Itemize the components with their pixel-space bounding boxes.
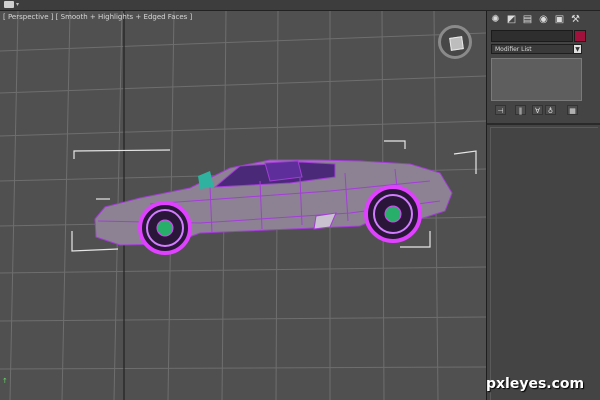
watermark-logo: pxleyes.com	[486, 376, 585, 392]
hierarchy-tab-icon[interactable]: ▤	[521, 14, 534, 26]
create-tab-icon[interactable]: ✺	[489, 14, 502, 26]
app-menu-dropdown-icon[interactable]: ▾	[16, 1, 19, 8]
modifier-stack[interactable]	[491, 58, 582, 101]
viewport-label[interactable]: [ Perspective ] [ Smooth + Highlights + …	[3, 13, 192, 21]
remove-modifier-icon[interactable]: ♁	[545, 105, 556, 115]
viewcube-face[interactable]	[449, 36, 464, 51]
configure-sets-icon[interactable]: ▦	[567, 105, 578, 115]
app-window: ▾ [Perspective] [Smooth + Highlights …	[0, 0, 600, 400]
modifier-list-dropdown[interactable]: Modifier List	[491, 44, 581, 54]
rear-wheel	[364, 185, 422, 243]
display-tab-icon[interactable]: ▣	[553, 14, 566, 26]
command-panel: ✺ ◩ ▤ ◉ ▣ ⚒ Modifier List ▼ ⊣ ‖ ∀ ♁ ▦	[487, 11, 600, 400]
menu-bar: ▾	[0, 0, 600, 11]
modify-tab-icon[interactable]: ◩	[505, 14, 518, 26]
app-menu-icon[interactable]	[4, 1, 14, 8]
pin-stack-icon[interactable]: ⊣	[495, 105, 506, 115]
axis-tripod-icon: ↑	[2, 377, 8, 385]
front-wheel	[138, 201, 192, 255]
perspective-viewport[interactable]: [ Perspective ] [ Smooth + Highlights + …	[0, 11, 487, 400]
panel-divider	[487, 123, 600, 125]
object-name-field[interactable]	[491, 30, 573, 42]
motion-tab-icon[interactable]: ◉	[537, 14, 550, 26]
chevron-down-icon[interactable]: ▼	[573, 44, 582, 54]
parameters-rollout	[490, 127, 598, 400]
show-end-result-icon[interactable]: ‖	[515, 105, 526, 115]
viewport-canvas	[0, 11, 486, 400]
make-unique-icon[interactable]: ∀	[532, 105, 543, 115]
viewcube-icon[interactable]	[438, 25, 472, 59]
utilities-tab-icon[interactable]: ⚒	[569, 14, 582, 26]
object-color-swatch[interactable]	[574, 30, 586, 42]
